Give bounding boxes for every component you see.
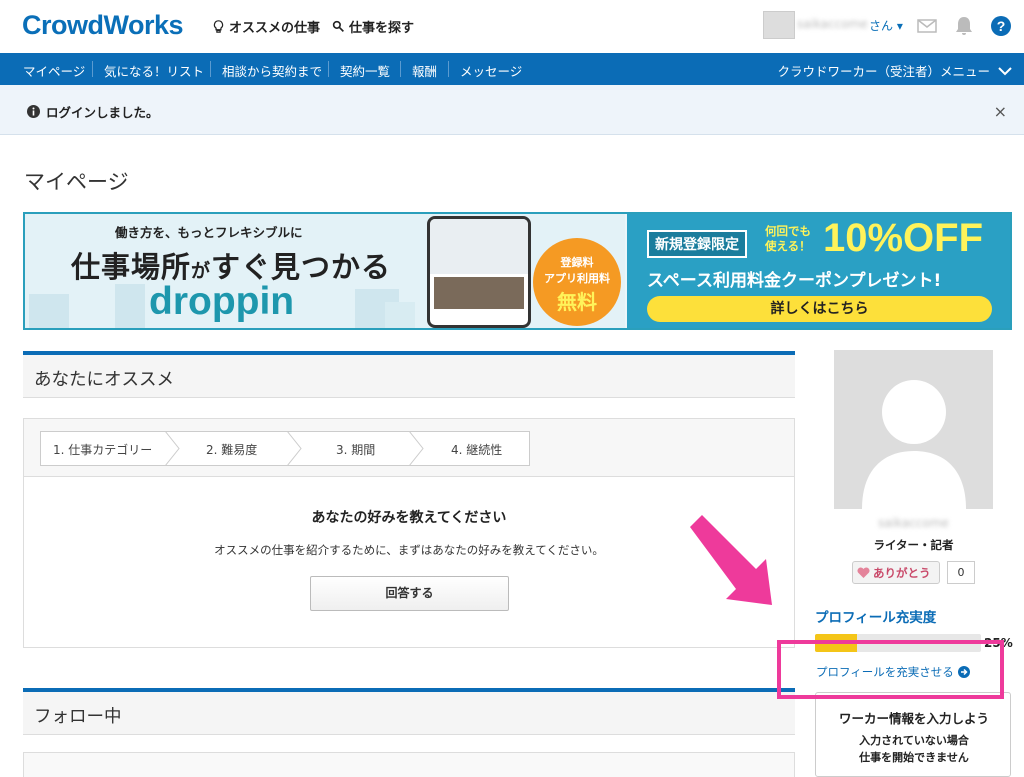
recommend-section-header: あなたにオススメ: [23, 351, 795, 398]
following-card: [23, 752, 795, 777]
worker-menu-toggle[interactable]: クラウドワーカー（受注者）メニュー: [777, 61, 1012, 80]
main-nav: マイページ 気になる！リスト 相談から契約まで 契約一覧 報酬 メッセージ クラ…: [0, 53, 1024, 85]
headline-part-b: が: [191, 260, 212, 282]
coupon-text: スペース利用料金クーポンプレゼント!: [647, 271, 942, 291]
step-3: 3. 期間: [336, 443, 376, 457]
droppin-brand: droppin: [149, 280, 295, 323]
svg-text:?: ?: [997, 18, 1006, 34]
headline-part-a: 仕事場所: [71, 250, 192, 284]
username[interactable]: saikaccome: [797, 17, 868, 31]
info-icon: [27, 105, 40, 118]
login-notice: ログインしました。 ×: [0, 85, 1024, 135]
user-avatar[interactable]: [763, 11, 795, 39]
following-section-title: フォロー中: [34, 707, 122, 727]
lightbulb-icon: [213, 20, 224, 33]
chevron-down-icon: [998, 66, 1012, 75]
nav-divider: [92, 61, 93, 77]
nav-divider: [448, 61, 449, 77]
step-chevron-icon: [165, 431, 180, 466]
worker-info-box[interactable]: ワーカー情報を入力しよう 入力されていない場合 仕事を開始できません: [815, 692, 1011, 777]
nav-watchlist[interactable]: 気になる！リスト: [104, 61, 204, 80]
help-icon[interactable]: ?: [990, 15, 1012, 37]
step-chevron-icon: [409, 431, 424, 466]
step-chevron-icon: [287, 431, 302, 466]
phone-mockup: [427, 216, 531, 328]
step-1: 1. 仕事カテゴリー: [53, 443, 153, 457]
preference-title: あなたの好みを教えてください: [311, 510, 507, 526]
answer-button[interactable]: 回答する: [310, 576, 509, 611]
nav-payments[interactable]: 報酬: [412, 61, 437, 80]
worker-info-title: ワーカー情報を入力しよう: [838, 711, 989, 726]
badge-line-2: アプリ利用料: [544, 272, 610, 285]
find-jobs-link[interactable]: 仕事を探す: [332, 17, 414, 36]
headline-part-c: すぐ見つかる: [211, 250, 392, 284]
nav-messages[interactable]: メッセージ: [460, 61, 522, 80]
step-indicator: 1. 仕事カテゴリー 2. 難易度 3. 期間 4. 継続性: [40, 431, 530, 466]
crowdworks-logo[interactable]: CrowdWorks: [22, 10, 184, 41]
recommended-jobs-link[interactable]: オススメの仕事: [212, 17, 320, 36]
nav-divider: [400, 61, 401, 77]
page-title: マイページ: [24, 170, 129, 194]
discount-label: 10%OFF: [823, 216, 984, 260]
notice-text: ログインしました。: [46, 105, 159, 120]
thanks-count: 0: [947, 561, 975, 584]
user-menu-toggle[interactable]: さん ▾: [869, 17, 903, 34]
worker-info-line-1: 入力されていない場合: [859, 734, 969, 747]
details-button[interactable]: 詳しくはこちら: [647, 296, 992, 322]
step-bar: 1. 仕事カテゴリー 2. 難易度 3. 期間 4. 継続性: [24, 419, 794, 477]
san-label: さん: [869, 19, 894, 33]
search-icon: [332, 20, 344, 32]
profile-avatar[interactable]: [834, 350, 993, 509]
nav-divider: [328, 61, 329, 77]
pink-arrow-annotation: [690, 515, 772, 605]
mail-icon[interactable]: [916, 15, 938, 37]
worker-info-line-2: 仕事を開始できません: [859, 751, 969, 764]
droppin-banner[interactable]: 働き方を、もっとフレキシブルに 仕事場所がすぐ見つかる droppin 登録料 …: [23, 212, 1012, 330]
banner-right-panel: 新規登録限定 何回でも 使える！ 10%OFF スペース利用料金クーポンプレゼント…: [627, 214, 1010, 328]
nav-contracts[interactable]: 契約一覧: [340, 61, 390, 80]
banner-tagline: 働き方を、もっとフレキシブルに: [115, 225, 303, 240]
close-icon[interactable]: ×: [994, 102, 1007, 121]
anytime-label: 何回でも 使える！: [765, 224, 811, 254]
anytime-line-1: 何回でも: [765, 224, 811, 238]
free-badge: 登録料 アプリ利用料 無料: [533, 238, 621, 326]
highlight-annotation-box: [777, 640, 1004, 699]
find-jobs-label: 仕事を探す: [349, 21, 415, 36]
notice-message: ログインしました。: [27, 102, 159, 121]
thanks-badge[interactable]: ありがとう: [852, 561, 940, 584]
worker-menu-label: クラウドワーカー（受注者）メニュー: [777, 64, 990, 79]
badge-line-1: 登録料: [560, 256, 594, 269]
space-photo: [434, 277, 524, 309]
step-4: 4. 継続性: [451, 443, 503, 457]
nav-mypage[interactable]: マイページ: [23, 61, 85, 80]
nav-consultation[interactable]: 相談から契約まで: [222, 61, 322, 80]
badge-line-3: 無料: [557, 290, 597, 314]
new-registration-tag: 新規登録限定: [647, 230, 747, 258]
bell-icon[interactable]: [953, 15, 975, 37]
map-screenshot: [430, 219, 528, 274]
following-section-header: フォロー中: [23, 688, 795, 735]
profile-name[interactable]: saikaccome: [834, 516, 993, 530]
worker-info-subtitle: 入力されていない場合 仕事を開始できません: [816, 732, 1012, 766]
recommended-jobs-label: オススメの仕事: [229, 21, 321, 36]
profile-role: ライター・記者: [873, 538, 954, 552]
step-2: 2. 難易度: [206, 443, 258, 457]
recommend-section-title: あなたにオススメ: [34, 370, 174, 390]
profile-completeness-title: プロフィール充実度: [815, 610, 937, 626]
anytime-line-2: 使える！: [765, 239, 811, 253]
nav-divider: [210, 61, 211, 77]
default-user-icon: [862, 380, 966, 509]
preference-description: オススメの仕事を紹介するために、まずはあなたの好みを教えてください。: [214, 543, 604, 557]
thanks-label: ありがとう: [873, 565, 931, 580]
heart-icon: [857, 566, 870, 578]
top-header: CrowdWorks オススメの仕事 仕事を探す saikaccome さん ▾…: [0, 0, 1024, 53]
banner-left-panel: 働き方を、もっとフレキシブルに 仕事場所がすぐ見つかる droppin 登録料 …: [25, 214, 625, 328]
